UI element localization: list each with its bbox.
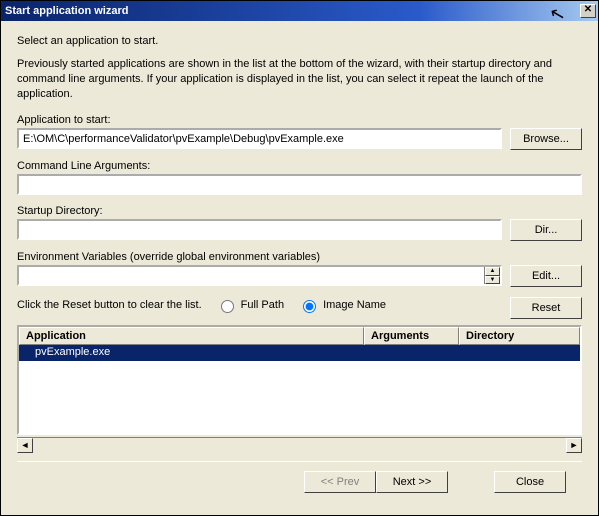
env-vars-input[interactable]: ▲ ▼ xyxy=(17,265,502,286)
startup-dir-input[interactable] xyxy=(17,219,502,240)
table-header: Application Arguments Directory xyxy=(19,327,580,345)
col-directory[interactable]: Directory xyxy=(459,327,580,345)
application-label: Application to start: xyxy=(17,114,582,126)
reset-button[interactable]: Reset xyxy=(510,297,582,319)
env-vars-label: Environment Variables (override global e… xyxy=(17,251,582,263)
cell-arguments xyxy=(364,345,459,361)
browse-button[interactable]: Browse... xyxy=(510,128,582,150)
table-row[interactable]: pvExample.exe xyxy=(19,345,580,361)
application-input[interactable] xyxy=(17,128,502,149)
env-vars-spinner[interactable]: ▲ ▼ xyxy=(484,267,500,284)
description-text: Previously started applications are show… xyxy=(17,57,582,102)
wizard-window: Start application wizard ✕ Select an app… xyxy=(0,0,599,516)
radio-image-name-label: Image Name xyxy=(323,299,386,311)
scroll-left-icon[interactable]: ◄ xyxy=(17,438,33,453)
col-application[interactable]: Application xyxy=(19,327,364,345)
window-title: Start application wizard xyxy=(5,5,578,17)
cmdline-label: Command Line Arguments: xyxy=(17,160,582,172)
radio-image-name-input[interactable] xyxy=(303,300,316,313)
horizontal-scrollbar[interactable]: ◄ ► xyxy=(17,437,582,453)
content-area: Select an application to start. Previous… xyxy=(1,21,598,515)
close-button[interactable]: Close xyxy=(494,471,566,493)
wizard-footer: << Prev Next >> Close xyxy=(17,461,582,503)
spinner-up-icon[interactable]: ▲ xyxy=(485,267,500,276)
radio-full-path-label: Full Path xyxy=(241,299,284,311)
dir-button[interactable]: Dir... xyxy=(510,219,582,241)
edit-button[interactable]: Edit... xyxy=(510,265,582,287)
cmdline-input[interactable] xyxy=(17,174,582,195)
prev-button: << Prev xyxy=(304,471,376,493)
next-button[interactable]: Next >> xyxy=(376,471,448,493)
titlebar: Start application wizard ✕ xyxy=(1,1,598,21)
startup-dir-label: Startup Directory: xyxy=(17,205,582,217)
radio-full-path-input[interactable] xyxy=(221,300,234,313)
reset-hint-text: Click the Reset button to clear the list… xyxy=(17,299,202,311)
col-arguments[interactable]: Arguments xyxy=(364,327,459,345)
radio-image-name[interactable]: Image Name xyxy=(298,297,386,313)
radio-full-path[interactable]: Full Path xyxy=(216,297,284,313)
spinner-down-icon[interactable]: ▼ xyxy=(485,276,500,285)
scroll-right-icon[interactable]: ► xyxy=(566,438,582,453)
history-table[interactable]: Application Arguments Directory pvExampl… xyxy=(17,325,582,435)
close-icon[interactable]: ✕ xyxy=(580,4,596,18)
cell-application: pvExample.exe xyxy=(19,345,364,361)
intro-text: Select an application to start. xyxy=(17,35,582,47)
cell-directory xyxy=(459,345,580,361)
